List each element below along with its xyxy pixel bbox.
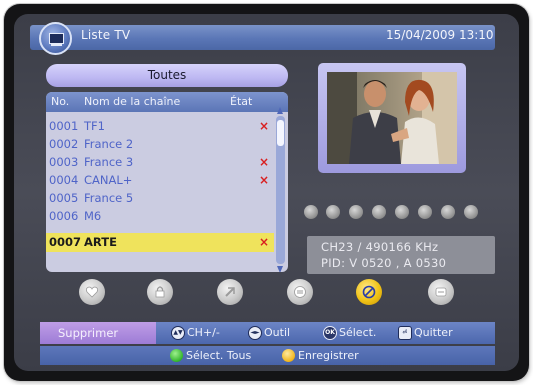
signal-dot-icon bbox=[464, 205, 478, 219]
color-key-bar bbox=[40, 346, 495, 365]
channel-name: M6 bbox=[84, 209, 102, 223]
channel-row[interactable]: 0005 France 5 bbox=[46, 190, 274, 207]
channel-number: 0007 bbox=[49, 235, 82, 249]
channel-name: ARTE bbox=[84, 235, 117, 249]
delete-button[interactable]: Supprimer bbox=[40, 322, 156, 344]
channel-name: France 2 bbox=[84, 137, 134, 151]
signal-dot-icon bbox=[418, 205, 432, 219]
favorite-icon[interactable] bbox=[79, 279, 105, 305]
column-name: Nom de la chaîne bbox=[84, 95, 181, 108]
channel-row[interactable]: 0001 TF1 × bbox=[46, 118, 274, 135]
tool-hint: Outil bbox=[264, 326, 291, 339]
scroll-thumb[interactable] bbox=[277, 120, 284, 146]
channel-number: 0005 bbox=[49, 191, 79, 205]
channel-number: 0003 bbox=[49, 155, 79, 169]
ch-hint: CH+/- bbox=[187, 326, 220, 339]
channel-number: 0001 bbox=[49, 119, 79, 133]
skip-icon[interactable] bbox=[217, 279, 243, 305]
datetime: 15/04/2009 13:10 bbox=[386, 28, 494, 42]
tv-icon bbox=[39, 22, 72, 55]
select-all-hint: Sélect. Tous bbox=[186, 349, 252, 362]
signal-dot-icon bbox=[326, 205, 340, 219]
video-preview bbox=[318, 63, 466, 173]
delete-mark-icon: × bbox=[259, 119, 270, 133]
channel-number: 0002 bbox=[49, 137, 79, 151]
channel-info-panel: CH23 / 490166 KHz PID: V 0520 , A 0530 bbox=[307, 236, 495, 274]
channel-number: 0004 bbox=[49, 173, 79, 187]
channel-list: No. Nom de la chaîne État 0001 TF1 × 000… bbox=[46, 92, 288, 272]
signal-dot-icon bbox=[349, 205, 363, 219]
green-key-icon[interactable] bbox=[170, 349, 183, 362]
list-scrollbar[interactable] bbox=[276, 107, 285, 272]
channel-number: 0006 bbox=[49, 209, 79, 223]
channel-row[interactable]: 0003 France 3 × bbox=[46, 154, 274, 171]
channel-row[interactable]: 0006 M6 bbox=[46, 208, 274, 225]
page-title: Liste TV bbox=[81, 28, 131, 42]
rename-icon[interactable] bbox=[428, 279, 454, 305]
ok-key-icon: OK bbox=[323, 326, 337, 340]
move-icon[interactable] bbox=[287, 279, 313, 305]
preview-image bbox=[327, 72, 457, 164]
lock-icon[interactable] bbox=[147, 279, 173, 305]
group-selector[interactable]: Toutes bbox=[46, 64, 288, 87]
channel-name: CANAL+ bbox=[84, 173, 133, 187]
exit-key-icon: ⏎ bbox=[398, 326, 412, 340]
left-right-key-icon: ◄► bbox=[248, 326, 262, 340]
quit-hint: Quitter bbox=[414, 326, 453, 339]
delete-mark-icon: × bbox=[259, 235, 270, 249]
delete-mark-icon: × bbox=[259, 173, 270, 187]
scroll-up-arrow-icon[interactable] bbox=[277, 107, 283, 114]
save-hint: Enregistrer bbox=[298, 349, 359, 362]
signal-dot-icon bbox=[304, 205, 318, 219]
signal-dot-icon bbox=[441, 205, 455, 219]
signal-dot-icon bbox=[372, 205, 386, 219]
column-state: État bbox=[230, 95, 253, 108]
channel-name: TF1 bbox=[84, 119, 105, 133]
channel-row[interactable]: 0004 CANAL+ × bbox=[46, 172, 274, 189]
signal-dot-icon bbox=[395, 205, 409, 219]
channel-row[interactable]: 0002 France 2 bbox=[46, 136, 274, 153]
frequency-info: CH23 / 490166 KHz bbox=[321, 240, 439, 254]
delete-icon[interactable] bbox=[356, 279, 382, 305]
channel-name: France 3 bbox=[84, 155, 134, 169]
yellow-key-icon[interactable] bbox=[282, 349, 295, 362]
channel-row-selected[interactable]: 0007 ARTE × bbox=[46, 233, 274, 252]
up-down-key-icon: ▲▼ bbox=[171, 326, 185, 340]
select-hint: Sélect. bbox=[339, 326, 377, 339]
scroll-down-arrow-icon[interactable] bbox=[277, 266, 283, 272]
pid-info: PID: V 0520 , A 0530 bbox=[321, 256, 447, 270]
delete-mark-icon: × bbox=[259, 155, 270, 169]
channel-name: France 5 bbox=[84, 191, 134, 205]
list-header: No. Nom de la chaîne État bbox=[46, 92, 288, 112]
column-no: No. bbox=[51, 95, 70, 108]
